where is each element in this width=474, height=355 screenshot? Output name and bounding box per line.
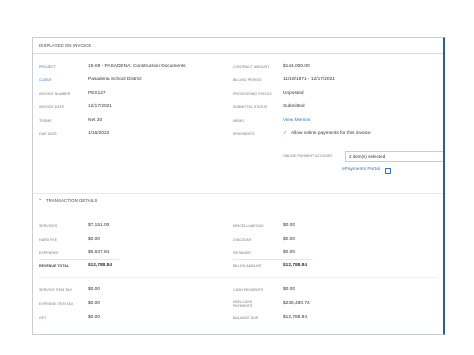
processing-status-value: Unposted (283, 91, 304, 96)
project-value: 19-08 - PASADENA: Construction Documents (88, 64, 186, 69)
transaction-details-title: TRANSACTION DETAILS (46, 198, 98, 203)
cash-payments-value: $0.00 (283, 287, 296, 292)
gst-label: GST (39, 316, 47, 320)
billed-amount-label: BILLED AMOUNT (233, 264, 262, 268)
epayments-label: EPAYMENTS (233, 132, 255, 136)
balance-due-label: BALANCE DUE (233, 316, 259, 320)
discount-value: $0.00 (283, 237, 296, 242)
expenses-value: $5,637.84 (88, 250, 110, 255)
memo-label: MEMO (233, 119, 245, 123)
client-label[interactable]: CLIENT (39, 78, 52, 82)
due-date-value: 1/16/2022 (88, 131, 110, 136)
invoice-date-value: 12/17/2021 (88, 104, 113, 109)
processing-status-label: PROCESSING STATUS (233, 92, 272, 96)
services-label: SERVICES (39, 224, 58, 228)
invoice-date-label: INVOICE DATE (39, 105, 65, 109)
non-cash-payments-value: $238,480.74 (283, 301, 310, 306)
non-cash-payments-label: NON-CASH PAYMENTS (233, 300, 253, 309)
section-divider (33, 193, 443, 194)
project-label[interactable]: PROJECT (39, 65, 56, 69)
displayed-on-invoice-title: DISPLAYED ON INVOICE (39, 43, 92, 48)
invoice-number-value: PES127 (88, 91, 106, 96)
billed-amount-value: $12,788.84 (283, 263, 308, 268)
expenses-label: EXPENSES (39, 251, 59, 255)
group-divider (39, 277, 437, 278)
contract-amount-value: $144,000.00 (283, 64, 310, 69)
balance-due-value: $12,788.84 (283, 315, 308, 320)
contract-amount-label: CONTRACT AMOUNT (233, 65, 270, 69)
invoice-number-label: INVOICE NUMBER (39, 92, 71, 96)
external-link-icon[interactable] (385, 168, 391, 174)
epayments-portal-link[interactable]: ePayments Portal (342, 167, 380, 172)
cash-payments-label: CASH PAYMENTS (233, 288, 264, 292)
miscellaneous-label: MISCELLANEOUS (233, 224, 264, 228)
billing-period-value: 11/18/1971 - 12/17/2021 (283, 77, 335, 82)
chevron-down-icon[interactable]: ⌄ (38, 196, 42, 202)
total-separator (233, 259, 313, 260)
client-value: Pasadena School District (88, 77, 142, 82)
expense-item-tax-value: $0.00 (88, 301, 101, 306)
service-item-tax-value: $0.00 (88, 287, 101, 292)
allow-online-payments-text: Allow online payments for this invoice (291, 131, 371, 136)
hard-fee-label: HARD FEE (39, 238, 58, 242)
hard-fee-value: $0.00 (88, 237, 101, 242)
revenue-total-value: $12,788.84 (88, 263, 113, 268)
terms-value: Net 30 (88, 118, 103, 123)
invoice-panel: DISPLAYED ON INVOICE PROJECT 19-08 - PAS… (32, 37, 445, 335)
service-item-tax-label: SERVICE ITEM TAX (39, 288, 72, 292)
submittal-status-value: Submitted (283, 104, 305, 109)
billing-period-label: BILLING PERIOD (233, 78, 262, 82)
revenue-total-label: REVENUE TOTAL (39, 264, 70, 268)
retainer-label: RETAINER (233, 251, 251, 255)
view-memos-link[interactable]: View Memos (283, 118, 310, 123)
section-divider (33, 53, 443, 54)
online-payment-account-select[interactable]: 2 item(s) selected (345, 151, 443, 162)
due-date-label: DUE DATE (39, 132, 57, 136)
services-value: $7,151.00 (88, 223, 110, 228)
expense-item-tax-label: EXPENSE ITEM TAX (39, 302, 74, 306)
total-separator (39, 259, 119, 260)
terms-label: TERMS (39, 119, 52, 123)
submittal-status-label: SUBMITTAL STATUS (233, 105, 268, 109)
gst-value: $0.00 (88, 315, 101, 320)
checkmark-icon[interactable]: ✓ (283, 131, 287, 136)
discount-label: DISCOUNT (233, 238, 252, 242)
online-payment-account-label: ONLINE PAYMENT ACCOUNT (283, 154, 333, 158)
miscellaneous-value: $0.00 (283, 223, 296, 228)
retainer-value: $0.00 (283, 250, 296, 255)
